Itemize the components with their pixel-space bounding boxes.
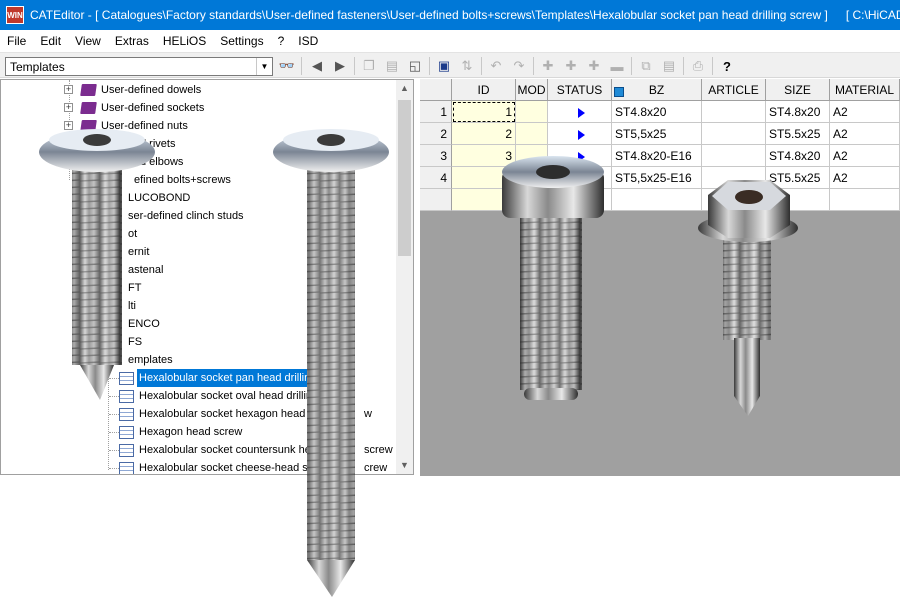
screw-cheese-head: [502, 156, 604, 400]
screw-pan-head-long: [273, 129, 389, 597]
screw-pan-head-left: [39, 129, 155, 400]
screw-hexagon-head: [698, 180, 798, 416]
screw-illustrations: [39, 129, 798, 597]
